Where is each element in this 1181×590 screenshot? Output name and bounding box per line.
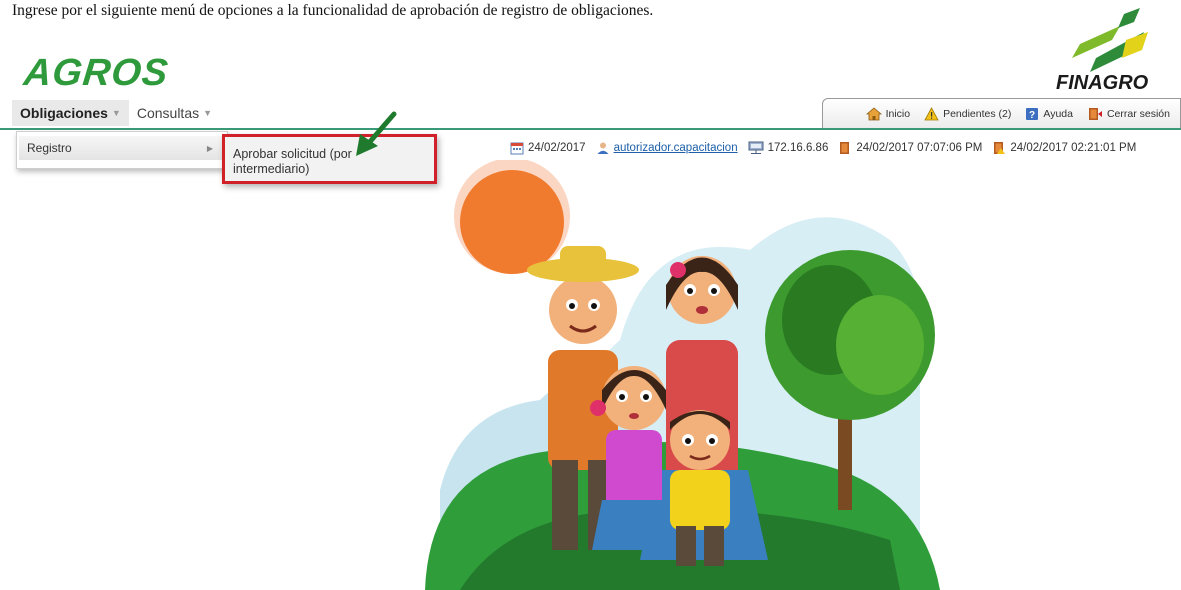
user-link[interactable]: autorizador.capacitacion bbox=[614, 142, 738, 154]
tab-inicio-label: Inicio bbox=[885, 107, 911, 120]
session-info-bar: 24/02/2017 autorizador.capacitacion 172.… bbox=[510, 138, 1181, 158]
logout-door-icon bbox=[1088, 107, 1102, 120]
header-divider bbox=[0, 128, 1181, 130]
warning-icon bbox=[924, 106, 939, 120]
session-ip: 172.16.6.86 bbox=[748, 141, 829, 155]
arrow-pointer-icon bbox=[356, 111, 397, 156]
main-menubar: Obligaciones ▼ Consultas ▼ bbox=[12, 100, 220, 126]
session-user: autorizador.capacitacion bbox=[596, 141, 738, 155]
tab-pendientes[interactable]: Pendientes (2) bbox=[924, 106, 1012, 121]
tab-cerrar-sesion-label: Cerrar sesión bbox=[1106, 107, 1170, 120]
calendar-icon bbox=[510, 142, 524, 155]
tab-ayuda[interactable]: ? Ayuda bbox=[1025, 107, 1073, 121]
instruction-caption: Ingrese por el siguiente menú de opcione… bbox=[12, 2, 654, 19]
help-icon: ? bbox=[1026, 107, 1039, 121]
tab-inicio[interactable]: Inicio bbox=[865, 106, 911, 121]
tab-ayuda-label: Ayuda bbox=[1043, 107, 1073, 120]
session-last-access: 24/02/2017 02:21:01 PM bbox=[992, 141, 1136, 155]
svg-text:?: ? bbox=[1029, 110, 1035, 121]
family-farm-illustration bbox=[425, 160, 940, 590]
submenu-item-registro[interactable]: Registro ▶ bbox=[19, 136, 223, 160]
tab-pendientes-label: Pendientes (2) bbox=[943, 107, 1012, 120]
agros-logo: AGROS bbox=[21, 52, 171, 94]
chevron-right-icon: ▶ bbox=[206, 143, 213, 153]
tab-cerrar-sesion[interactable]: Cerrar sesión bbox=[1087, 107, 1170, 121]
door-warning-icon bbox=[994, 142, 1006, 154]
session-ip-value: 172.16.6.86 bbox=[767, 142, 829, 154]
session-last-access-value: 24/02/2017 02:21:01 PM bbox=[1010, 142, 1137, 154]
menu-consultas-label: Consultas bbox=[136, 105, 200, 121]
user-icon bbox=[597, 142, 609, 154]
chevron-down-icon: ▼ bbox=[203, 108, 213, 118]
top-nav-tabs: Inicio Pendientes (2) ? Ayuda Cerrar ses… bbox=[822, 98, 1181, 128]
session-date: 24/02/2017 bbox=[510, 141, 586, 155]
door-icon bbox=[840, 142, 850, 154]
submenu-item-registro-label: Registro bbox=[27, 141, 72, 155]
obligaciones-dropdown: Registro ▶ bbox=[16, 131, 228, 169]
session-start-value: 24/02/2017 07:07:06 PM bbox=[856, 142, 983, 154]
menu-obligaciones[interactable]: Obligaciones ▼ bbox=[12, 100, 129, 126]
menu-consultas[interactable]: Consultas ▼ bbox=[129, 100, 220, 126]
chevron-down-icon: ▼ bbox=[111, 108, 121, 118]
session-date-value: 24/02/2017 bbox=[528, 142, 586, 154]
session-start: 24/02/2017 07:07:06 PM bbox=[838, 141, 982, 155]
home-icon bbox=[865, 106, 882, 120]
network-icon bbox=[748, 141, 764, 154]
menu-obligaciones-label: Obligaciones bbox=[20, 105, 108, 121]
finagro-logo-text: FINAGRO bbox=[1056, 72, 1149, 94]
